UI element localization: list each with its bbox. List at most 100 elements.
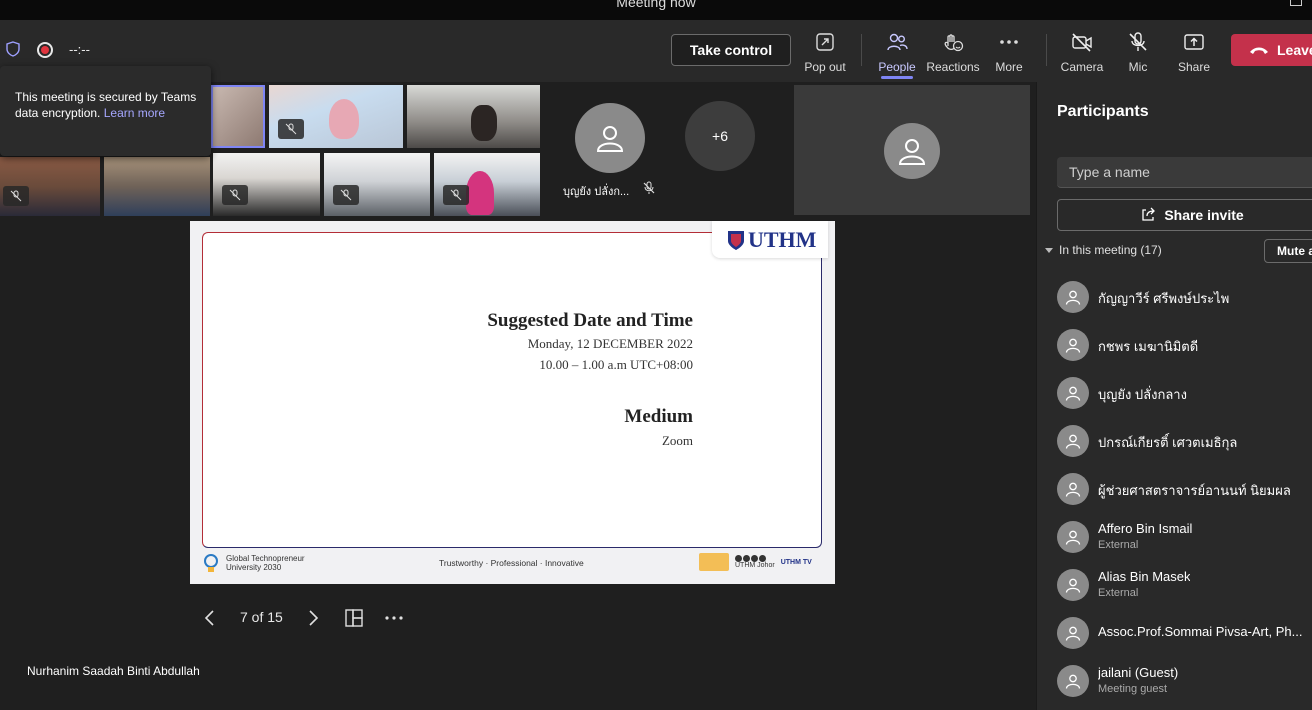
presenter-name: Nurhanim Saadah Binti Abdullah: [27, 664, 200, 678]
meeting-timer: --:--: [69, 42, 90, 57]
shared-slide: UTHM Suggested Date and Time Monday, 12 …: [190, 221, 835, 584]
more-icon: [1000, 40, 1018, 44]
participant-row[interactable]: Assoc.Prof.Sommai Pivsa-Art, Ph...: [1057, 615, 1312, 651]
global-technopreneur-icon: [204, 554, 218, 572]
footer-brand-line2: University 2030: [226, 563, 282, 572]
participant-name: Assoc.Prof.Sommai Pivsa-Art, Ph...: [1098, 624, 1303, 639]
people-label: People: [878, 60, 916, 74]
share-label: Share: [1177, 60, 1211, 74]
mic-off-icon: [10, 190, 22, 202]
avatar: [1057, 569, 1089, 601]
reactions-icon: [944, 34, 964, 52]
security-popup: This meeting is secured by Teams data en…: [0, 66, 211, 156]
avatar: [1057, 473, 1089, 505]
stars-badge-icon: [699, 553, 729, 571]
more-button[interactable]: More: [979, 28, 1039, 76]
participant-row[interactable]: บุญยัง ปลั่งกลาง: [1057, 375, 1312, 411]
share-icon: [1184, 34, 1204, 50]
video-tile[interactable]: [794, 85, 1030, 215]
video-tile[interactable]: [104, 157, 210, 216]
muted-badge: [3, 186, 29, 206]
participant-search-input[interactable]: Type a name: [1057, 157, 1312, 188]
video-tile[interactable]: [269, 85, 403, 148]
pop-out-button[interactable]: Pop out: [795, 28, 855, 76]
participant-row[interactable]: กชพร เมฆานิมิตดี: [1057, 327, 1312, 363]
mic-off-icon: [643, 181, 655, 194]
participant-row[interactable]: ผู้ช่วยศาสตราจารย์อานนท์ นิยมผล: [1057, 471, 1312, 507]
video-tile[interactable]: [407, 85, 540, 148]
slide-date: Monday, 12 DECEMBER 2022: [527, 336, 693, 351]
participant-name: บุญยัง ปลั่งกลาง: [1098, 387, 1187, 402]
video-tile[interactable]: [324, 153, 430, 216]
share-invite-button[interactable]: Share invite: [1057, 199, 1312, 231]
mic-off-icon: [229, 189, 241, 201]
mic-off-icon: [340, 189, 352, 201]
restore-window-icon[interactable]: [1290, 0, 1302, 6]
slide-card: [202, 232, 822, 548]
leave-button[interactable]: Leave: [1231, 34, 1312, 66]
in-meeting-section-toggle[interactable]: In this meeting (17): [1045, 243, 1162, 257]
participant-role: External: [1098, 587, 1139, 599]
pop-out-icon: [816, 33, 834, 51]
slide-footer-social: UTHM Johor UTHM TV: [699, 553, 812, 571]
next-slide-icon[interactable]: [305, 608, 321, 628]
participant-figure: [329, 99, 359, 139]
slide-medium-value: Zoom: [661, 433, 693, 448]
previous-slide-icon[interactable]: [202, 608, 218, 628]
muted-badge: [222, 185, 248, 205]
take-control-button[interactable]: Take control: [671, 34, 791, 66]
share-button[interactable]: Share: [1164, 28, 1224, 76]
person-icon: [1065, 674, 1081, 689]
participants-panel: Participants Type a name Share invite In…: [1036, 82, 1312, 710]
more-label: More: [995, 60, 1023, 74]
mic-button[interactable]: Mic: [1108, 28, 1168, 76]
person-icon: [1065, 434, 1081, 449]
participant-figure: [466, 171, 494, 215]
gallery-participant-name: บุญยัง ปลั่งก...: [563, 186, 630, 198]
muted-badge: [278, 119, 304, 139]
slide-footer-brand: Global Technopreneur University 2030: [202, 553, 305, 573]
mic-label: Mic: [1128, 60, 1148, 74]
participant-name: กัญญาวีร์ ศรีพงษ์ประไพ: [1098, 291, 1230, 306]
overflow-participants-button[interactable]: +6: [685, 101, 755, 171]
participant-row[interactable]: ปกรณ์เกียรติ์ เศวตเมธิกุล: [1057, 423, 1312, 459]
slide-overview-icon[interactable]: [344, 608, 364, 628]
reactions-label: Reactions: [926, 60, 980, 74]
video-tile[interactable]: [0, 157, 100, 216]
video-tile[interactable]: [434, 153, 540, 216]
shield-icon[interactable]: [6, 41, 20, 57]
slide-tagline: Trustworthy · Professional · Innovative: [439, 558, 584, 568]
avatar: [1057, 377, 1089, 409]
muted-badge: [443, 185, 469, 205]
participant-row[interactable]: Affero Bin Ismail External: [1057, 519, 1312, 555]
reactions-button[interactable]: Reactions: [923, 28, 983, 76]
participant-name: Alias Bin Masek: [1098, 569, 1191, 584]
mic-off-icon: [1129, 32, 1147, 51]
more-options-icon[interactable]: [383, 608, 405, 628]
footer-social-label: UTHM Johor: [735, 562, 775, 569]
camera-button[interactable]: Camera: [1052, 28, 1112, 76]
participant-row[interactable]: กัญญาวีร์ ศรีพงษ์ประไพ: [1057, 279, 1312, 315]
mic-off-icon: [450, 189, 462, 201]
logo-text: UTHM: [748, 226, 817, 252]
participant-row[interactable]: Alias Bin Masek External: [1057, 567, 1312, 603]
share-invite-icon: [1142, 207, 1156, 221]
participant-row[interactable]: jailani (Guest) Meeting guest: [1057, 663, 1312, 699]
participant-role: Meeting guest: [1098, 683, 1168, 695]
video-tile[interactable]: [213, 153, 320, 216]
video-tile[interactable]: [211, 85, 265, 148]
toolbar-divider: [1046, 34, 1047, 66]
avatar[interactable]: [575, 103, 645, 173]
participant-figure: [471, 105, 497, 141]
learn-more-link[interactable]: Learn more: [104, 106, 165, 120]
panel-title: Participants: [1057, 103, 1149, 120]
avatar: [1057, 329, 1089, 361]
mute-all-button[interactable]: Mute a: [1264, 239, 1312, 263]
footer-brand-line1: Global Technopreneur: [226, 554, 305, 563]
avatar: [884, 123, 940, 179]
people-button[interactable]: People: [867, 28, 927, 79]
avatar: [1057, 665, 1089, 697]
title-bar: Meeting now: [0, 0, 1312, 20]
camera-label: Camera: [1060, 60, 1104, 74]
person-icon: [1065, 386, 1081, 401]
